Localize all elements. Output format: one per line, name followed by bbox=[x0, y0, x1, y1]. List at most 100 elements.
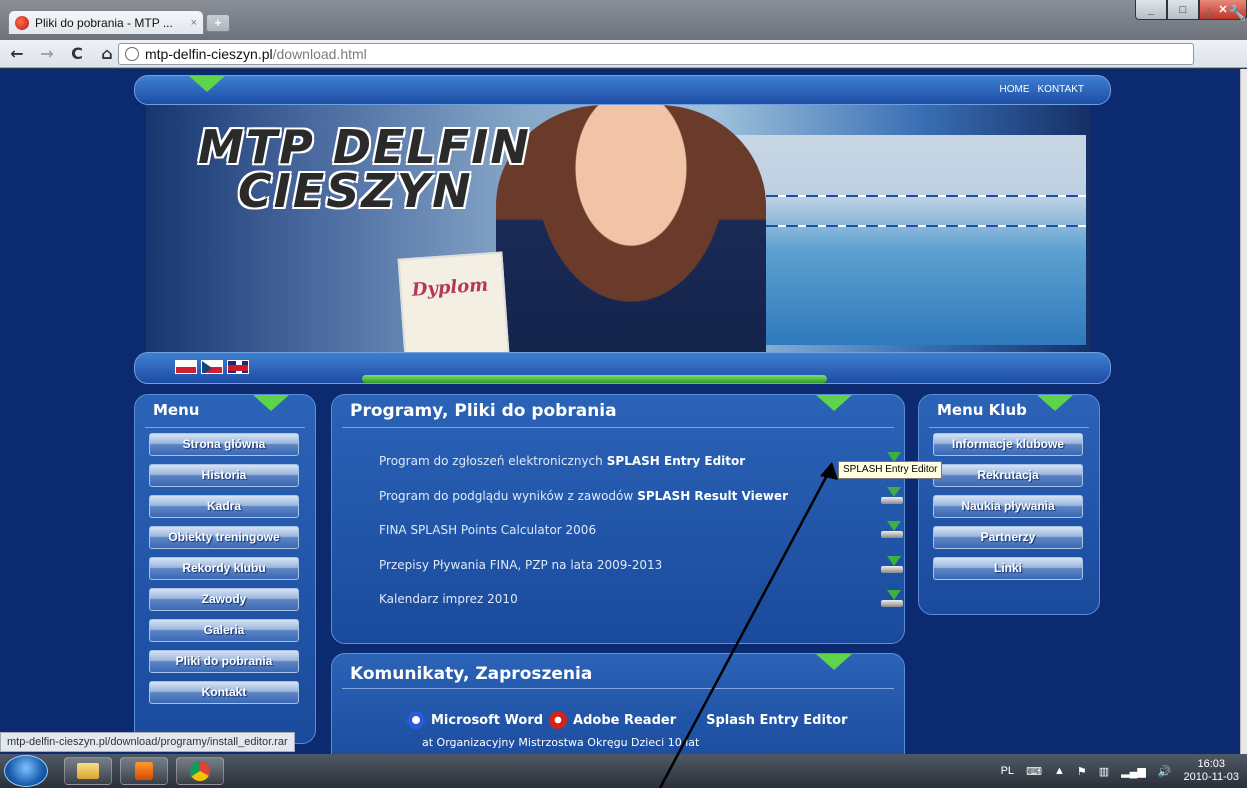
decor-triangle bbox=[189, 76, 225, 92]
action-center-flag-icon[interactable]: ⚑ bbox=[1077, 765, 1087, 778]
home-icon[interactable]: ⌂ bbox=[98, 44, 116, 63]
decor-triangle bbox=[253, 395, 289, 411]
nav-kontakt-link[interactable]: KONTAKT bbox=[1038, 84, 1084, 95]
download-item[interactable]: Przepisy Pływania FINA, PZP na lata 2009… bbox=[379, 548, 903, 583]
minimize-button[interactable]: _ bbox=[1135, 0, 1167, 20]
url-path: /download.html bbox=[272, 46, 367, 62]
menu-klub-item-informacje[interactable]: Informacje klubowe bbox=[933, 433, 1083, 456]
menu-item-rekordy[interactable]: Rekordy klubu bbox=[149, 557, 299, 580]
komunikaty-panel: Komunikaty, Zaproszenia Microsoft Word A… bbox=[331, 653, 905, 754]
decor-triangle bbox=[1037, 395, 1073, 411]
download-icon[interactable] bbox=[879, 555, 905, 574]
downloads-panel: Programy, Pliki do pobrania Program do z… bbox=[331, 394, 905, 644]
menu-item-obiekty[interactable]: Obiekty treningowe bbox=[149, 526, 299, 549]
forward-arrow-icon[interactable]: → bbox=[38, 44, 56, 63]
download-icon[interactable] bbox=[879, 521, 905, 539]
wrench-icon[interactable]: 🔧 bbox=[1228, 4, 1247, 22]
url-host: mtp-delfin-cieszyn.pl bbox=[145, 46, 273, 62]
download-item-bold: SPLASH Result Viewer bbox=[637, 488, 788, 503]
download-item-text: Program do zgłoszeń elektronicznych bbox=[379, 454, 603, 469]
decor-green-bar bbox=[362, 375, 827, 383]
flag-cz-icon[interactable] bbox=[201, 360, 223, 374]
app-word-label[interactable]: Microsoft Word bbox=[431, 713, 543, 728]
menu-item-kontakt[interactable]: Kontakt bbox=[149, 681, 299, 704]
menu-klub-item-nauka[interactable]: Naukia pływania bbox=[933, 495, 1083, 518]
language-flags bbox=[175, 360, 249, 374]
browser-tab[interactable]: Pliki do pobrania - MTP ... × bbox=[8, 10, 204, 34]
menu-klub-list: Informacje klubowe Rekrutacja Naukia pły… bbox=[933, 433, 1083, 580]
divider bbox=[145, 427, 305, 428]
web-page: HOME KONTAKT Dyplom MTP DELFIN CIESZYN M… bbox=[0, 69, 1240, 754]
favicon-icon bbox=[15, 15, 29, 30]
download-item[interactable]: Program do zgłoszeń elektronicznych SPLAS… bbox=[379, 444, 903, 479]
swimmer-photo bbox=[496, 105, 766, 357]
network-icon[interactable]: ▥ bbox=[1099, 765, 1109, 778]
download-item-text: Przepisy Pływania FINA, PZP na lata 2009… bbox=[379, 557, 663, 572]
start-button[interactable] bbox=[4, 755, 48, 787]
menu-item-pliki[interactable]: Pliki do pobrania bbox=[149, 650, 299, 673]
menu-klub-item-rekrutacja[interactable]: Rekrutacja bbox=[933, 464, 1083, 487]
bookmark-star-icon[interactable]: ☆ bbox=[1202, 4, 1216, 23]
menu-item-strona-glowna[interactable]: Strona główna bbox=[149, 433, 299, 456]
menu-item-zawody[interactable]: Zawody bbox=[149, 588, 299, 611]
tab-title: Pliki do pobrania - MTP ... bbox=[35, 15, 173, 30]
downloads-title: Programy, Pliki do pobrania bbox=[350, 401, 617, 421]
download-item[interactable]: FINA SPLASH Points Calculator 2006 bbox=[379, 513, 903, 548]
decor-triangle bbox=[816, 654, 852, 670]
clock[interactable]: 16:03 2010-11-03 bbox=[1184, 758, 1239, 784]
volume-icon[interactable]: 🔊 bbox=[1158, 765, 1172, 778]
splash-icon[interactable] bbox=[682, 711, 701, 729]
download-item-bold: SPLASH Entry Editor bbox=[606, 454, 746, 469]
komunikaty-title: Komunikaty, Zaproszenia bbox=[350, 664, 593, 684]
download-item[interactable]: Kalendarz imprez 2010 bbox=[379, 582, 903, 617]
media-player-icon bbox=[135, 762, 153, 780]
browser-titlebar: Pliki do pobrania - MTP ... × + _ □ ✕ bbox=[0, 0, 1247, 40]
download-icon[interactable] bbox=[879, 486, 905, 505]
back-arrow-icon[interactable]: ← bbox=[8, 44, 26, 63]
flag-pl-icon[interactable] bbox=[175, 360, 197, 374]
globe-icon bbox=[125, 47, 139, 61]
address-bar[interactable]: mtp-delfin-cieszyn.pl/download.html bbox=[118, 43, 1194, 65]
windows-taskbar: PL ⌨ ▲ ⚑ ▥ ▂▄▆ 🔊 16:03 2010-11-03 bbox=[0, 754, 1247, 788]
maximize-button[interactable]: □ bbox=[1167, 0, 1199, 20]
komunikat-item[interactable]: at Organizacyjny Mistrzostwa Okręgu Dzie… bbox=[422, 736, 699, 749]
menu-item-kadra[interactable]: Kadra bbox=[149, 495, 299, 518]
divider bbox=[342, 688, 894, 689]
taskbar-media-player[interactable] bbox=[120, 757, 168, 785]
tab-close-icon[interactable]: × bbox=[191, 17, 197, 29]
download-item[interactable]: Program do podglądu wyników z zawodów SPL… bbox=[379, 479, 903, 514]
chrome-icon bbox=[190, 761, 210, 781]
show-hidden-icon[interactable]: ▲ bbox=[1054, 765, 1065, 777]
menu-klub-panel: Menu Klub Informacje klubowe Rekrutacja … bbox=[918, 394, 1100, 615]
flag-uk-icon[interactable] bbox=[227, 360, 249, 374]
reload-icon[interactable]: C bbox=[68, 44, 86, 63]
clock-time: 16:03 bbox=[1197, 758, 1226, 770]
menu-list: Strona główna Historia Kadra Obiekty tre… bbox=[149, 433, 299, 704]
menu-klub-item-linki[interactable]: Linki bbox=[933, 557, 1083, 580]
diploma-text: Dyplom bbox=[411, 274, 489, 301]
taskbar-chrome[interactable] bbox=[176, 757, 224, 785]
menu-klub-item-partnerzy[interactable]: Partnerzy bbox=[933, 526, 1083, 549]
download-icon[interactable] bbox=[879, 590, 905, 608]
system-tray: PL ⌨ ▲ ⚑ ▥ ▂▄▆ 🔊 16:03 2010-11-03 bbox=[1001, 754, 1239, 788]
download-list: Program do zgłoszeń elektronicznych SPLAS… bbox=[379, 444, 903, 617]
keyboard-icon[interactable]: ⌨ bbox=[1026, 765, 1042, 778]
nav-home-link[interactable]: HOME bbox=[1000, 84, 1030, 95]
adobe-reader-icon[interactable] bbox=[549, 711, 568, 729]
divider bbox=[929, 427, 1089, 428]
word-icon[interactable] bbox=[407, 711, 425, 729]
menu-item-galeria[interactable]: Galeria bbox=[149, 619, 299, 642]
language-indicator[interactable]: PL bbox=[1001, 765, 1014, 777]
diploma-image: Dyplom bbox=[397, 251, 510, 357]
tooltip: SPLASH Entry Editor bbox=[838, 461, 943, 479]
new-tab-button[interactable]: + bbox=[206, 14, 230, 32]
menu-item-historia[interactable]: Historia bbox=[149, 464, 299, 487]
top-navigation: HOME KONTAKT bbox=[1000, 84, 1084, 95]
taskbar-explorer[interactable] bbox=[64, 757, 112, 785]
site-top-bar: HOME KONTAKT bbox=[134, 75, 1111, 105]
app-splash-label[interactable]: Splash Entry Editor bbox=[706, 713, 847, 728]
menu-panel: Menu Strona główna Historia Kadra Obiekt… bbox=[134, 394, 316, 744]
app-adobe-label[interactable]: Adobe Reader bbox=[573, 713, 676, 728]
signal-icon[interactable]: ▂▄▆ bbox=[1121, 765, 1146, 778]
page-scrollbar[interactable] bbox=[1240, 69, 1247, 754]
